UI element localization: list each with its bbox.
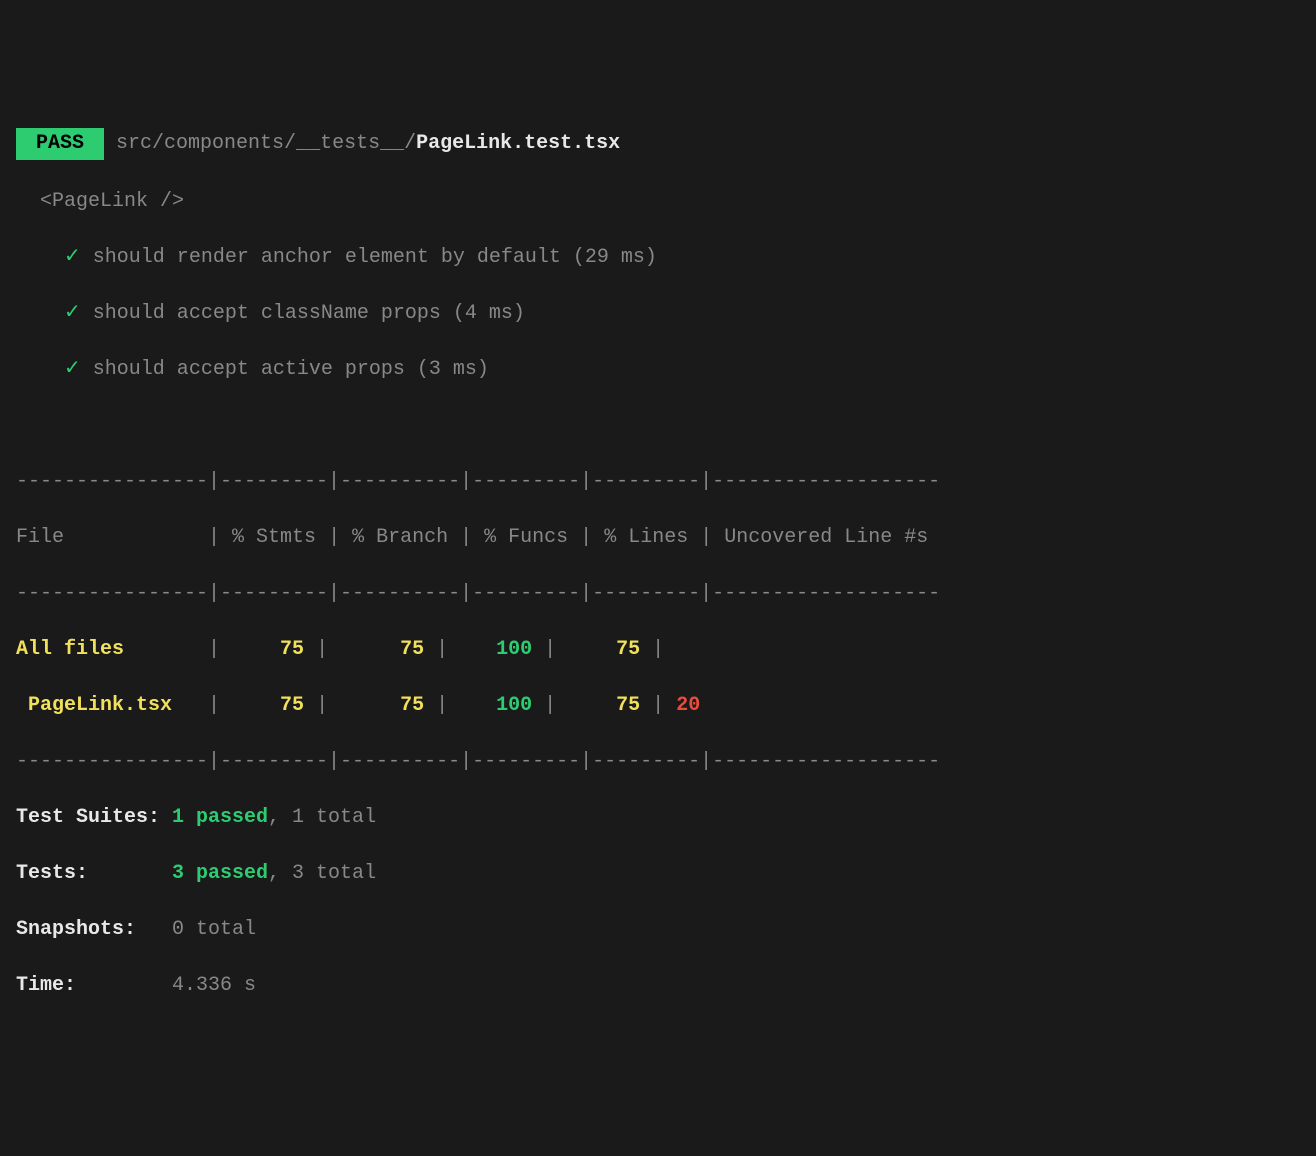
- coverage-row: All files | 75 | 75 | 100 | 75 |: [16, 636, 1300, 664]
- coverage-rule: ----------------|---------|----------|--…: [16, 580, 1300, 608]
- path-prefix: src/components/__tests__/: [116, 132, 416, 155]
- summary-suites: Test Suites: 1 passed, 1 total: [16, 804, 1300, 832]
- check-icon: ✓: [64, 246, 81, 269]
- coverage-rule: ----------------|---------|----------|--…: [16, 468, 1300, 496]
- test-result: ✓ should render anchor element by defaul…: [16, 244, 1300, 272]
- check-icon: ✓: [64, 358, 81, 381]
- test-result: ✓ should accept className props (4 ms): [16, 300, 1300, 328]
- coverage-row: PageLink.tsx | 75 | 75 | 100 | 75 | 20: [16, 692, 1300, 720]
- pass-badge: PASS: [16, 128, 104, 160]
- coverage-header: File | % Stmts | % Branch | % Funcs | % …: [16, 524, 1300, 552]
- blank-line: [16, 412, 1300, 440]
- test-result: ✓ should accept active props (3 ms): [16, 356, 1300, 384]
- test-header: PASS src/components/__tests__/PageLink.t…: [16, 128, 1300, 160]
- summary-tests: Tests: 3 passed, 3 total: [16, 860, 1300, 888]
- summary-snapshots: Snapshots: 0 total: [16, 916, 1300, 944]
- coverage-rule: ----------------|---------|----------|--…: [16, 748, 1300, 776]
- summary-time: Time: 4.336 s: [16, 972, 1300, 1000]
- test-filename: PageLink.test.tsx: [416, 132, 620, 155]
- check-icon: ✓: [64, 302, 81, 325]
- suite-name: <PageLink />: [16, 188, 1300, 216]
